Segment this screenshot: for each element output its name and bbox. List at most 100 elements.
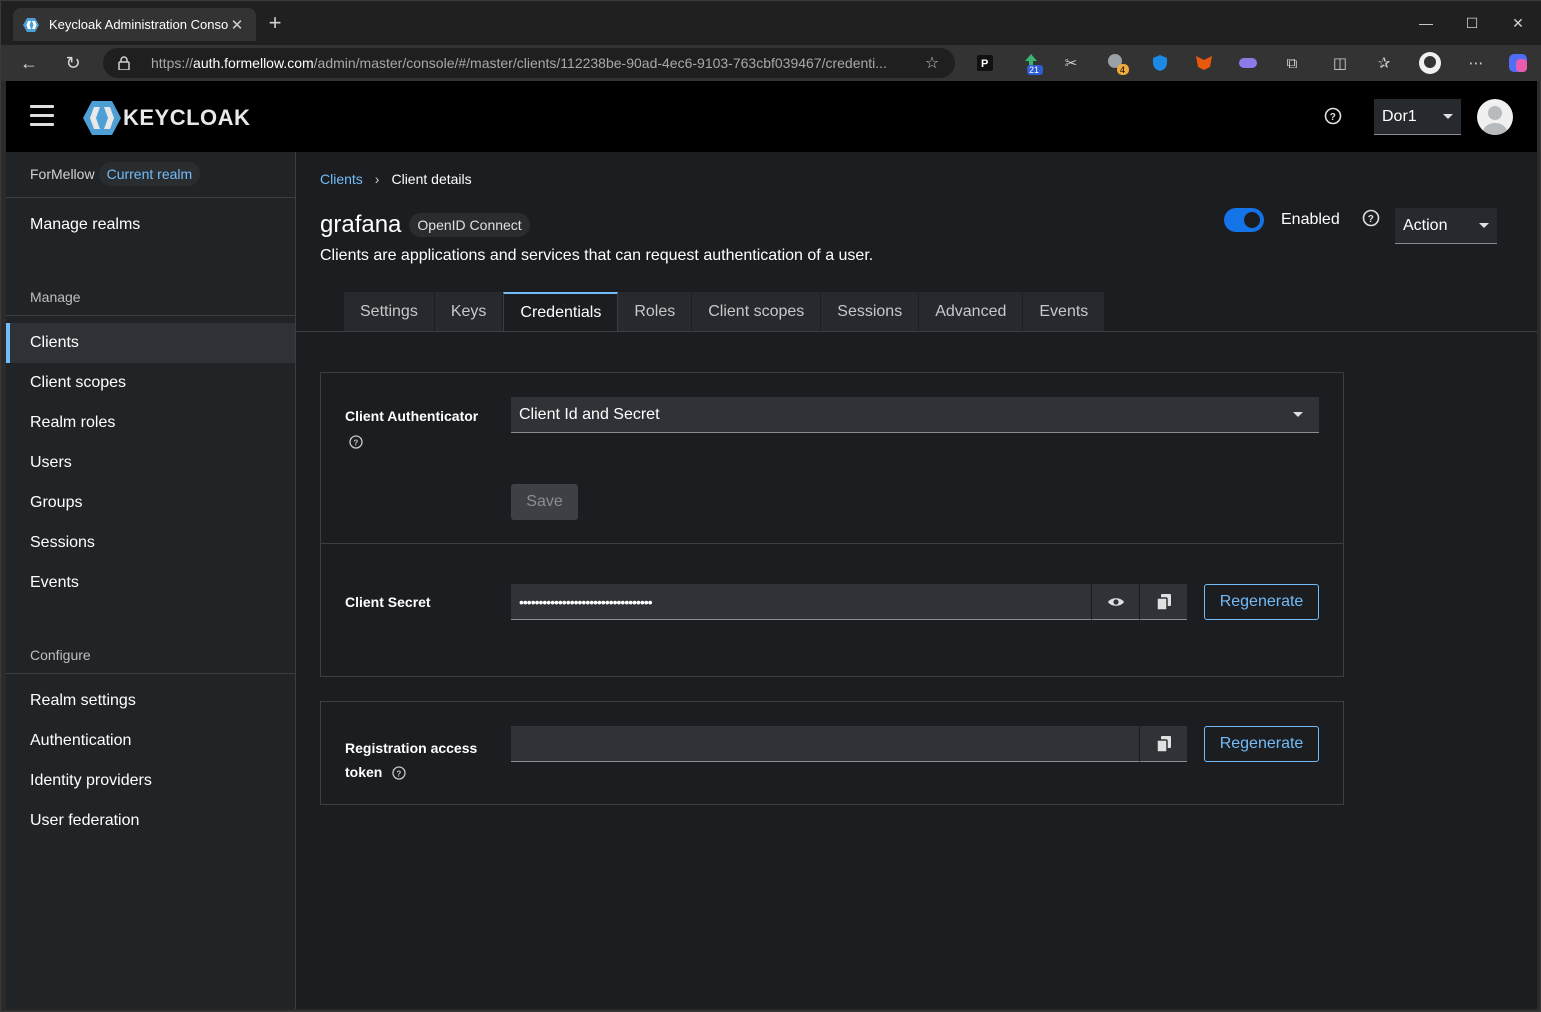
sidebar-item-client-scopes[interactable]: Client scopes (6, 363, 295, 403)
eye-icon (1107, 597, 1124, 606)
divider (6, 315, 295, 316)
page-description: Clients are applications and services th… (320, 247, 874, 264)
browser-toolbar: ← ↻ https://auth.formellow.com/admin/mas… (1, 45, 1541, 81)
client-tabs: Settings Keys Credentials Roles Client s… (344, 292, 1106, 331)
browser-tab[interactable]: Keycloak Administration Console ✕ (13, 8, 256, 41)
divider (321, 543, 1343, 544)
reload-icon[interactable]: ↻ (59, 49, 87, 77)
sidebar-item-realm-roles[interactable]: Realm roles (6, 403, 295, 443)
enabled-toggle[interactable] (1224, 208, 1264, 232)
tab-client-scopes[interactable]: Client scopes (692, 292, 822, 331)
registration-token-input[interactable] (511, 726, 1139, 762)
svg-text:?: ? (397, 770, 402, 779)
client-secret-input[interactable]: •••••••••••••••••••••••••••••••••• (511, 584, 1091, 620)
profile-icon[interactable] (1418, 51, 1442, 75)
copy-icon (1156, 593, 1171, 610)
tab-title: Keycloak Administration Console (49, 17, 228, 32)
page-title: grafana (320, 211, 402, 238)
help-icon[interactable]: ? (349, 435, 363, 449)
copy-icon (1156, 735, 1171, 752)
minimize-icon[interactable]: — (1414, 11, 1438, 35)
show-secret-button[interactable] (1091, 584, 1139, 620)
protocol-badge: OpenID Connect (409, 213, 530, 237)
svg-text:?: ? (1330, 112, 1336, 123)
browser-window: Keycloak Administration Console ✕ + — ☐ … (0, 0, 1541, 1012)
address-bar[interactable]: https://auth.formellow.com/admin/master/… (103, 48, 955, 78)
enabled-label: Enabled (1281, 211, 1340, 228)
chevron-right-icon: › (374, 171, 380, 187)
extension-ws-icon[interactable]: ✂ (1059, 51, 1083, 75)
enabled-toggle-group: Enabled (1224, 208, 1340, 232)
keycloak-logo[interactable]: KEYCLOAK (83, 101, 250, 135)
sidebar-item-sessions[interactable]: Sessions (6, 523, 295, 563)
favorites-icon[interactable]: ✰ (1372, 51, 1396, 75)
regenerate-secret-button[interactable]: Regenerate (1204, 584, 1319, 620)
sidebar-group-manage: Manage (30, 289, 81, 305)
caret-down-icon (1479, 223, 1489, 228)
tab-events[interactable]: Events (1023, 292, 1106, 331)
keycloak-logo-icon (83, 101, 121, 135)
sidebar-item-groups[interactable]: Groups (6, 483, 295, 523)
breadcrumb-clients-link[interactable]: Clients (320, 171, 363, 187)
sidebar-item-events[interactable]: Events (6, 563, 295, 603)
copy-token-button[interactable] (1139, 726, 1187, 762)
sidebar-item-manage-realms[interactable]: Manage realms (6, 205, 295, 245)
extension-chat-icon[interactable]: 4 (1105, 51, 1129, 75)
copilot-icon[interactable] (1506, 51, 1530, 75)
svg-text:4: 4 (1120, 65, 1125, 75)
more-icon[interactable]: ⋯ (1464, 51, 1488, 75)
browser-tabbar: Keycloak Administration Console ✕ + — ☐ … (1, 1, 1541, 45)
client-authenticator-select[interactable]: Client Id and Secret (511, 397, 1319, 433)
window-close-icon[interactable]: ✕ (1506, 11, 1530, 35)
tab-keys[interactable]: Keys (434, 292, 504, 331)
breadcrumb-current: Client details (391, 171, 472, 187)
regenerate-token-button[interactable]: Regenerate (1204, 726, 1319, 762)
help-icon[interactable]: ? (1362, 209, 1380, 227)
credentials-card: Client Authenticator ? Client Id and Sec… (320, 372, 1344, 677)
sidebar-group-configure: Configure (30, 647, 91, 663)
extension-upload-icon[interactable]: 21 (1019, 51, 1043, 75)
tab-settings[interactable]: Settings (344, 292, 435, 331)
caret-down-icon (1293, 412, 1303, 417)
current-realm-badge: Current realm (98, 162, 201, 186)
extension-fox-icon[interactable] (1192, 51, 1216, 75)
sidebar-item-authentication[interactable]: Authentication (6, 721, 295, 761)
tab-advanced[interactable]: Advanced (919, 292, 1024, 331)
sidebar-item-identity-providers[interactable]: Identity providers (6, 761, 295, 801)
tab-credentials[interactable]: Credentials (503, 292, 619, 331)
divider (6, 197, 295, 198)
tab-close-icon[interactable]: ✕ (228, 16, 246, 34)
masthead: KEYCLOAK ? Dor1 (6, 81, 1537, 152)
client-authenticator-label: Client Authenticator (345, 408, 479, 424)
registration-token-card: Registration access token ? Regenerate (320, 701, 1344, 805)
hamburger-menu-icon[interactable] (30, 105, 54, 127)
realm-selector-dropdown[interactable]: Dor1 (1374, 99, 1461, 135)
svg-text:?: ? (353, 439, 358, 448)
save-button[interactable]: Save (511, 484, 578, 520)
favorite-star-icon[interactable]: ☆ (923, 53, 941, 73)
back-icon[interactable]: ← (15, 49, 43, 77)
main-content: Clients › Client details grafana OpenID … (296, 152, 1537, 1009)
tab-sessions[interactable]: Sessions (821, 292, 920, 331)
svg-text:?: ? (1368, 214, 1374, 225)
sidebar-item-users[interactable]: Users (6, 443, 295, 483)
sidebar-item-user-federation[interactable]: User federation (6, 801, 295, 841)
extension-game-icon[interactable] (1236, 51, 1260, 75)
caret-down-icon (1443, 114, 1453, 119)
sidebar-item-realm-settings[interactable]: Realm settings (6, 681, 295, 721)
svg-text:21: 21 (1029, 65, 1039, 75)
copy-secret-button[interactable] (1139, 584, 1187, 620)
realm-indicator: ForMellow Current realm (30, 160, 201, 188)
new-tab-icon[interactable]: + (263, 11, 287, 35)
sidebar-item-clients[interactable]: Clients (6, 323, 295, 363)
extension-shield-icon[interactable] (1148, 51, 1172, 75)
help-icon[interactable]: ? (392, 766, 406, 780)
extensions-puzzle-icon[interactable]: ⧉ (1280, 51, 1304, 75)
help-icon[interactable]: ? (1324, 107, 1342, 125)
tab-roles[interactable]: Roles (618, 292, 693, 331)
user-avatar[interactable] (1477, 99, 1513, 135)
extension-p-icon[interactable]: P (973, 51, 997, 75)
split-screen-icon[interactable]: ◫ (1328, 51, 1352, 75)
action-dropdown[interactable]: Action (1395, 208, 1497, 244)
maximize-icon[interactable]: ☐ (1460, 11, 1484, 35)
